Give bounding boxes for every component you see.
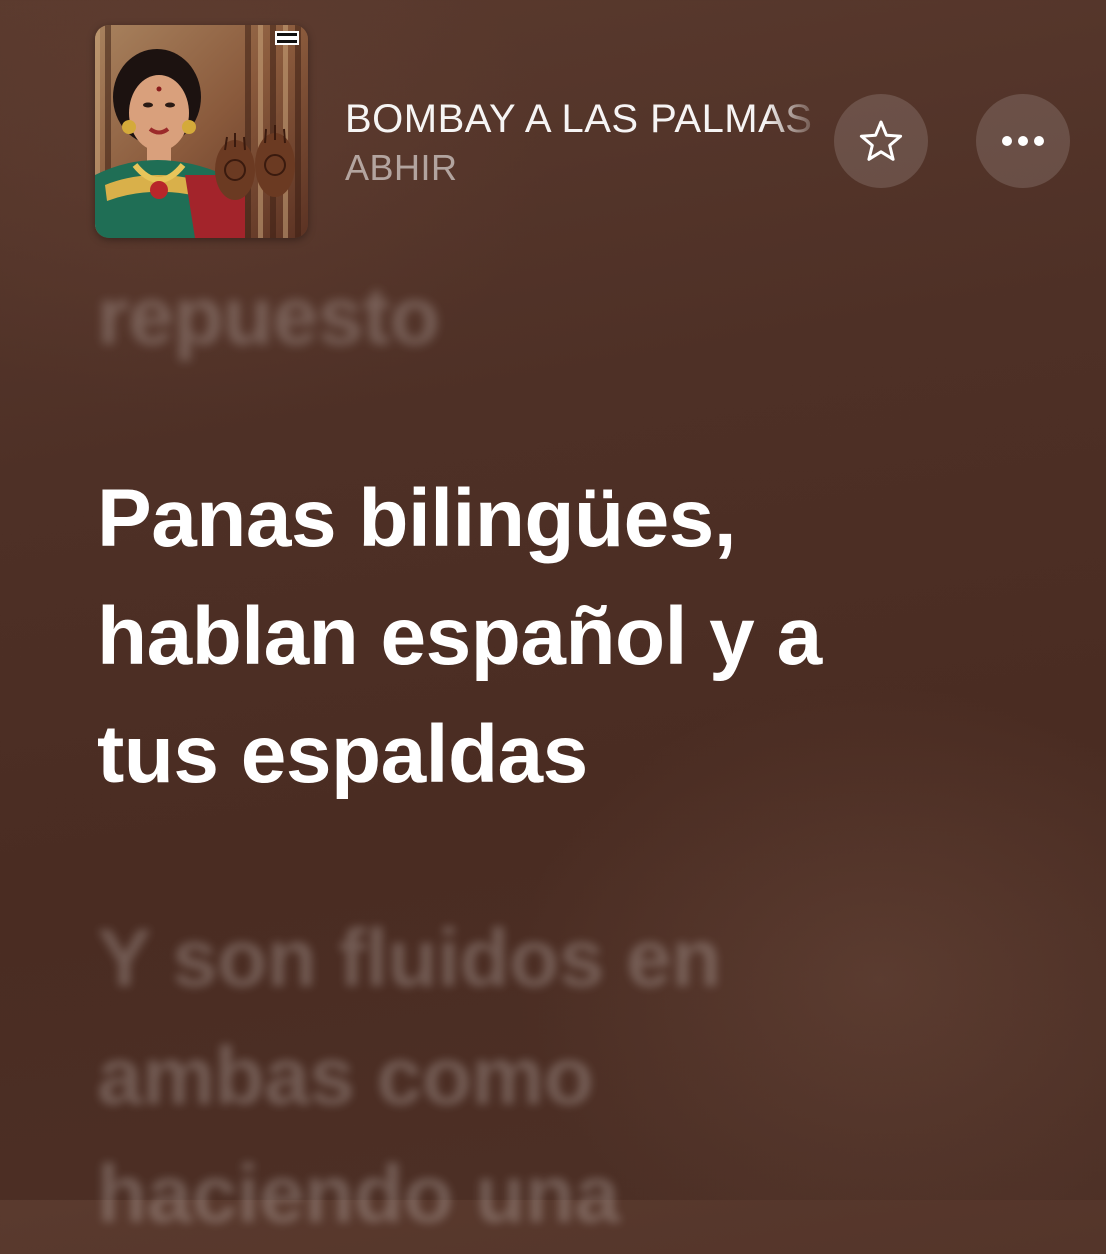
album-artwork-image [95, 25, 308, 238]
track-title: BOMBAY A LAS PALMAS [345, 97, 813, 141]
track-info[interactable]: BOMBAY A LAS PALMAS ABHIR [345, 96, 823, 190]
artist-name[interactable]: ABHIR [345, 146, 823, 190]
lyric-line-current[interactable]: Panas bilingües, hablan español y a tus … [97, 460, 1057, 814]
album-artwork[interactable] [95, 25, 308, 238]
more-options-button[interactable] [976, 94, 1070, 188]
lyric-line-next[interactable]: Y son fluidos en ambas como haciendo una [97, 900, 721, 1254]
star-outline-icon [859, 120, 903, 161]
lyric-next-line: Y son fluidos en [97, 913, 721, 1004]
lyric-next-line: ambas como [97, 1031, 594, 1122]
lyric-current-line: Panas bilingües, [97, 473, 737, 564]
lyric-current-line: hablan español y a [97, 591, 822, 682]
lyric-line-previous[interactable]: repuesto [97, 258, 440, 376]
ellipsis-icon [1002, 136, 1044, 146]
favorite-button[interactable] [834, 94, 928, 188]
lyric-current-line: tus espaldas [97, 709, 588, 800]
lyric-next-line: haciendo una [97, 1149, 620, 1240]
